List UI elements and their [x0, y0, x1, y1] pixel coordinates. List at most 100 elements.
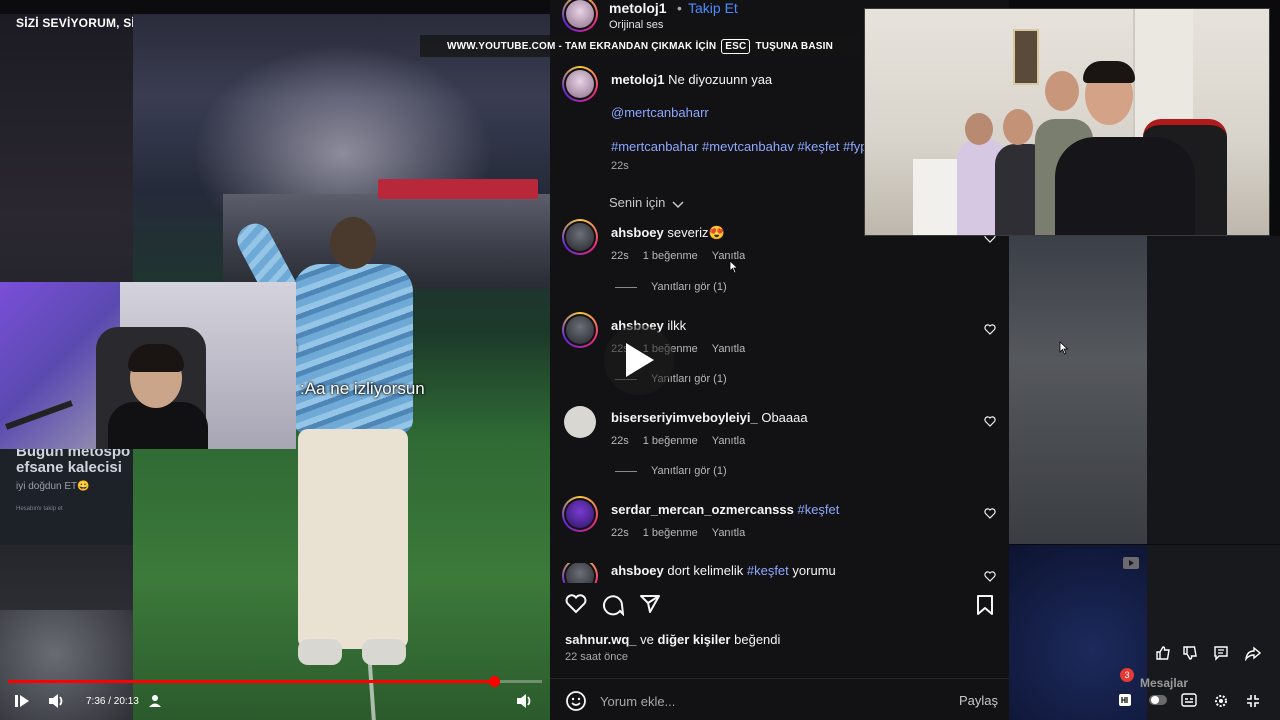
thumbs-up-icon — [1156, 646, 1170, 660]
volume-icon — [49, 694, 63, 708]
comment-likes[interactable]: 1 beğenme — [643, 250, 698, 262]
reel-volume-button[interactable] — [516, 691, 534, 711]
comment-button[interactable] — [602, 594, 625, 621]
comment-like-button[interactable] — [984, 506, 996, 524]
liked-by-username[interactable]: sahnur.wq_ — [565, 632, 637, 647]
comment-like-button[interactable] — [984, 569, 996, 583]
stadium-sign — [378, 179, 538, 199]
heart-icon — [984, 324, 996, 335]
header-separator: • — [677, 0, 682, 16]
comment-time: 22s — [611, 435, 629, 447]
comment-username[interactable]: ahsboey — [611, 225, 664, 240]
settings-button[interactable] — [1213, 693, 1229, 711]
send-icon — [640, 595, 660, 613]
user-icon — [149, 695, 161, 707]
subtitles-button[interactable] — [1181, 693, 1197, 711]
quality-button[interactable] — [1118, 693, 1132, 711]
comment-text: ahsboey dort kelimelik #keşfet yorumu — [611, 563, 836, 578]
post-comment-button[interactable]: Paylaş — [959, 693, 998, 708]
comment-avatar[interactable] — [562, 496, 598, 532]
comment-likes[interactable]: 1 beğenme — [643, 527, 698, 539]
gear-icon — [1215, 695, 1227, 707]
save-button[interactable] — [976, 594, 994, 621]
comment-likes[interactable]: 1 beğenme — [643, 435, 698, 447]
comment-avatar[interactable] — [562, 563, 598, 583]
background-top-strip — [0, 0, 550, 14]
subtitles-icon — [1181, 693, 1197, 707]
group-webcam — [864, 8, 1270, 236]
messages-button[interactable]: Mesajlar — [1140, 676, 1188, 690]
miniplayer-icon[interactable] — [1122, 556, 1140, 575]
exit-fullscreen-icon — [1247, 695, 1259, 707]
comment-time: 22s — [611, 250, 629, 262]
toggle-icon — [1149, 695, 1167, 705]
play-icon — [626, 343, 654, 377]
comment-username[interactable]: ahsboey — [611, 563, 664, 578]
heart-icon — [984, 508, 996, 519]
heart-icon — [565, 594, 587, 614]
comment-item: ahsboey dort kelimelik #keşfet yorumu — [562, 563, 1002, 583]
caption-time: 22s — [611, 160, 629, 172]
share-video-button[interactable] — [1244, 645, 1262, 665]
like-button[interactable] — [565, 594, 587, 619]
caption-text: metoloj1 Ne diyozuunn yaa — [611, 72, 773, 87]
account-button[interactable] — [148, 691, 162, 711]
background-video-card: Bugün metospo efsane kalecisi iyi doğdun … — [0, 440, 135, 545]
reply-button[interactable]: Yanıtla — [712, 527, 745, 539]
reply-button[interactable]: Yanıtla — [712, 435, 745, 447]
caption-avatar[interactable] — [562, 66, 598, 102]
play-pause-button[interactable] — [14, 691, 30, 711]
volume-icon — [517, 694, 531, 708]
posted-time: 22 saat önce — [565, 651, 628, 663]
caption-mention-link[interactable]: @mertcanbaharr — [611, 105, 709, 120]
reel-play-button[interactable] — [604, 325, 674, 395]
comment-avatar[interactable] — [564, 406, 596, 438]
follow-button[interactable]: Takip Et — [688, 0, 738, 16]
thumbs-down-icon — [1183, 646, 1197, 660]
audio-label[interactable]: Orijinal ses — [609, 19, 663, 31]
comment-username[interactable]: serdar_mercan_ozmercansss — [611, 502, 794, 517]
video-progress-handle[interactable] — [488, 676, 500, 687]
wall-portrait — [1013, 29, 1039, 85]
volume-button[interactable] — [48, 691, 66, 711]
comment-like-button[interactable] — [984, 322, 996, 340]
author-username[interactable]: metoloj1 — [609, 0, 667, 16]
background-dark-panel — [1147, 236, 1280, 544]
video-progress-bar[interactable] — [8, 676, 542, 687]
caption-hashtags[interactable]: #mertcanbahar #mevtcanbahav #keşfet #fyp — [611, 139, 868, 154]
comment-time: 22s — [611, 527, 629, 539]
messages-badge: 3 — [1120, 668, 1134, 682]
comment-item: serdar_mercan_ozmercansss #keşfet 22s 1 b… — [562, 496, 1002, 572]
mouse-cursor-icon — [1059, 341, 1069, 355]
comment-hashtag[interactable]: #keşfet — [797, 502, 839, 517]
divider — [550, 678, 1009, 679]
comment-sort-dropdown[interactable]: Senin için — [609, 195, 684, 210]
view-replies-button[interactable]: Yanıtları gör (1) — [615, 465, 727, 477]
reply-button[interactable]: Yanıtla — [712, 343, 745, 355]
exit-fullscreen-button[interactable] — [1245, 693, 1261, 711]
comment-hashtag[interactable]: #keşfet — [747, 563, 789, 578]
dislike-video-button[interactable] — [1182, 645, 1198, 665]
streamer-facecam — [0, 282, 296, 449]
likes-summary: sahnur.wq_ ve diğer kişiler beğendi — [565, 632, 781, 647]
author-avatar[interactable] — [562, 0, 598, 32]
microphone-arm — [5, 400, 73, 430]
emoji-button[interactable] — [565, 690, 587, 717]
view-replies-button[interactable]: Yanıtları gör (1) — [615, 281, 727, 293]
liked-by-others[interactable]: diğer kişiler — [658, 632, 731, 647]
like-video-button[interactable] — [1155, 645, 1171, 665]
share-button[interactable] — [639, 594, 661, 619]
comment-username[interactable]: biserseriyimveboyleiyi_ — [611, 410, 758, 425]
caption-username[interactable]: metoloj1 — [611, 72, 664, 87]
comment-meta: 22s 1 beğenme Yanıtla — [611, 527, 759, 539]
heart-icon — [984, 416, 996, 427]
autoplay-toggle[interactable] — [1148, 693, 1168, 711]
comment-like-button[interactable] — [984, 414, 996, 432]
comment-avatar[interactable] — [562, 219, 598, 255]
comment-input[interactable] — [600, 692, 930, 710]
screen: Bugün metospo efsane kalecisi iyi doğdun … — [0, 0, 1280, 720]
play-icon — [15, 695, 29, 707]
comments-video-button[interactable] — [1213, 645, 1229, 665]
chevron-down-icon — [672, 201, 684, 208]
comment-avatar[interactable] — [562, 312, 598, 348]
